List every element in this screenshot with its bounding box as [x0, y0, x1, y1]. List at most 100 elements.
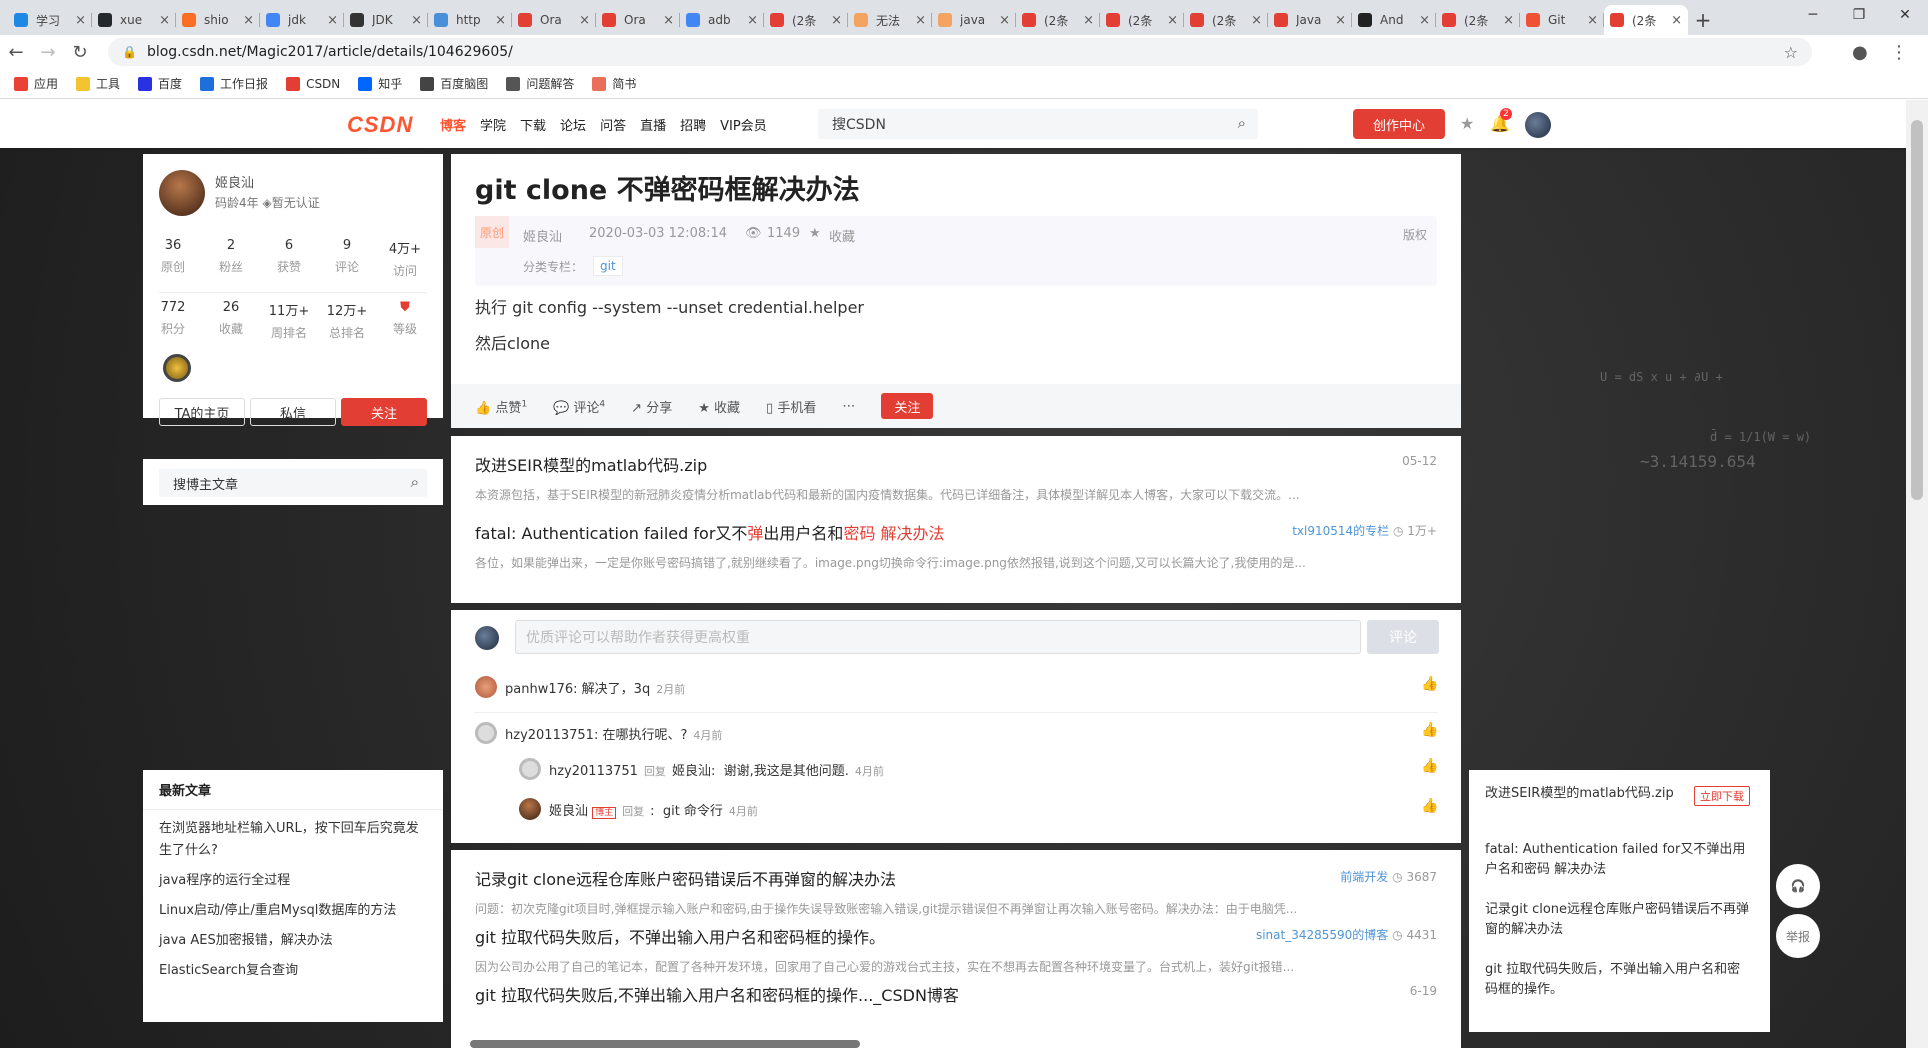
tab-close-icon[interactable]: × — [1503, 13, 1514, 28]
like-icon[interactable]: 👍 — [1421, 722, 1438, 738]
tab-close-icon[interactable]: × — [495, 13, 506, 28]
latest-article-link[interactable]: ElasticSearch复合查询 — [143, 960, 443, 982]
stat-item[interactable]: 9 评论 — [319, 238, 375, 279]
recommend-item[interactable]: 改进SEIR模型的matlab代码.zip 本资源包括，基于SEIR模型的新冠肺… — [475, 452, 1437, 503]
tab-close-icon[interactable]: × — [1335, 13, 1346, 28]
reply-user[interactable]: 姬良汕 — [549, 804, 588, 819]
browser-tab[interactable]: (2条 × — [1016, 5, 1100, 35]
stat-item[interactable]: 12万+ 总排名 — [319, 300, 375, 341]
back-icon[interactable]: ← — [0, 42, 32, 63]
nav-link[interactable]: 问答 — [600, 115, 626, 134]
recommend-item[interactable]: fatal: Authentication failed for又不弹出用户名和… — [475, 520, 1437, 571]
site-search-input[interactable]: 搜CSDN — [832, 114, 886, 134]
user-avatar[interactable] — [1525, 112, 1551, 138]
search-icon[interactable]: ⌕ — [411, 473, 419, 491]
nav-link[interactable]: 招聘 — [680, 115, 706, 134]
recommend-item[interactable]: git 拉取代码失败后,不弹出输入用户名和密码框的操作..._CSDN博客 6-… — [475, 982, 1437, 1006]
like-button[interactable]: 👍 点赞1 — [475, 397, 527, 415]
recommend-title[interactable]: 改进SEIR模型的matlab代码.zip — [475, 452, 1437, 476]
nav-link[interactable]: 博客 — [440, 115, 466, 134]
recommend-item[interactable]: 记录git clone远程仓库账户密码错误后不再弹窗的解决办法 问题：初次克隆g… — [475, 866, 1437, 917]
close-window-icon[interactable]: ✕ — [1882, 0, 1928, 30]
browser-tab[interactable]: adb × — [680, 5, 764, 35]
tab-close-icon[interactable]: × — [915, 13, 926, 28]
tab-close-icon[interactable]: × — [663, 13, 674, 28]
browser-tab[interactable]: 学习 × — [8, 5, 92, 35]
search-icon[interactable]: ⌕ — [1238, 114, 1246, 132]
download-button[interactable]: 立即下载 — [1694, 786, 1750, 806]
bookmark-item[interactable]: 工作日报 — [200, 75, 268, 92]
bookmark-item[interactable]: 百度脑图 — [420, 75, 488, 92]
browser-tab[interactable]: Git × — [1520, 5, 1604, 35]
browser-tab[interactable]: 无法 × — [848, 5, 932, 35]
tab-close-icon[interactable]: × — [411, 13, 422, 28]
blog-search-input[interactable]: 搜博主文章 ⌕ — [159, 469, 427, 497]
tab-close-icon[interactable]: × — [1587, 13, 1598, 28]
browser-tab[interactable]: xue × — [92, 5, 176, 35]
reply-user[interactable]: hzy20113751 — [549, 764, 638, 779]
tab-close-icon[interactable]: × — [579, 13, 590, 28]
reply-to[interactable]: 姬良汕 — [672, 764, 711, 779]
stat-item[interactable]: 772 积分 — [145, 300, 201, 341]
recommend-source[interactable]: sinat_34285590的博客 — [1256, 928, 1388, 942]
collect-link[interactable]: 收藏 — [829, 226, 855, 245]
tab-close-icon[interactable]: × — [243, 13, 254, 28]
browser-tab[interactable]: JDK × — [344, 5, 428, 35]
vertical-scrollbar[interactable] — [1906, 100, 1928, 1048]
latest-article-link[interactable]: Linux启动/停止/重启Mysql数据库的方法 — [143, 900, 443, 922]
star-icon[interactable]: ★ — [809, 226, 821, 241]
browser-tab[interactable]: (2条 × — [1100, 5, 1184, 35]
stat-item[interactable]: 6 获赞 — [261, 238, 317, 279]
share-button[interactable]: ↗ 分享 — [631, 397, 672, 416]
scroll-thumb[interactable] — [1911, 120, 1923, 500]
report-button[interactable]: 举报 — [1776, 914, 1820, 958]
comment-input[interactable]: 优质评论可以帮助作者获得更高权重 — [515, 620, 1361, 654]
author-name[interactable]: 姬良汕 — [215, 172, 254, 191]
stat-item[interactable]: 2 粉丝 — [203, 238, 259, 279]
csdn-logo[interactable]: CSDN — [347, 112, 413, 138]
tab-close-icon[interactable]: × — [999, 13, 1010, 28]
recommend-title[interactable]: git 拉取代码失败后,不弹出输入用户名和密码框的操作..._CSDN博客 — [475, 982, 1437, 1006]
browser-tab[interactable]: And × — [1352, 5, 1436, 35]
comment-user[interactable]: panhw176 — [505, 682, 573, 697]
article-author[interactable]: 姬良汕 — [523, 226, 562, 245]
recommend-source[interactable]: txl910514的专栏 — [1292, 524, 1389, 538]
browser-tab[interactable]: Java × — [1268, 5, 1352, 35]
like-icon[interactable]: 👍 — [1421, 798, 1438, 814]
browser-tab[interactable]: (2条 × — [1604, 5, 1688, 35]
tab-close-icon[interactable]: × — [747, 13, 758, 28]
stat-item[interactable]: 36 原创 — [145, 238, 201, 279]
stat-item[interactable]: 4万+ 访问 — [377, 238, 433, 279]
bookmark-item[interactable]: CSDN — [286, 76, 340, 91]
menu-icon[interactable]: ⋮ — [1890, 42, 1908, 63]
tab-close-icon[interactable]: × — [1419, 13, 1430, 28]
bookmark-item[interactable]: 百度 — [138, 75, 182, 92]
tab-close-icon[interactable]: × — [75, 13, 86, 28]
browser-tab[interactable]: Ora × — [512, 5, 596, 35]
tab-close-icon[interactable]: × — [1083, 13, 1094, 28]
right-item[interactable]: fatal: Authentication failed for又不弹出用户名和… — [1485, 840, 1753, 880]
stat-item[interactable]: 11万+ 周排名 — [261, 300, 317, 341]
reply-avatar[interactable] — [519, 758, 541, 780]
tab-close-icon[interactable]: × — [1671, 13, 1682, 28]
browser-tab[interactable]: (2条 × — [764, 5, 848, 35]
minimize-icon[interactable]: ─ — [1790, 0, 1836, 30]
like-icon[interactable]: 👍 — [1421, 758, 1438, 774]
collect-button[interactable]: ★ 收藏 — [698, 397, 740, 416]
bookmark-item[interactable]: 应用 — [14, 75, 58, 92]
mobile-button[interactable]: ▯ 手机看 — [766, 397, 816, 416]
author-avatar[interactable] — [159, 170, 205, 216]
profile-icon[interactable]: ● — [1852, 42, 1868, 63]
right-item[interactable]: 改进SEIR模型的matlab代码.zip — [1485, 784, 1675, 804]
forward-icon[interactable]: → — [32, 42, 64, 63]
copyright-link[interactable]: 版权 — [1403, 226, 1427, 243]
follow-button[interactable]: 关注 — [881, 393, 934, 419]
browser-tab[interactable]: jdk × — [260, 5, 344, 35]
column-tag[interactable]: git — [593, 256, 623, 276]
submit-comment-button[interactable]: 评论 — [1367, 620, 1439, 654]
browser-tab[interactable]: java × — [932, 5, 1016, 35]
browser-tab[interactable]: http × — [428, 5, 512, 35]
star-icon[interactable]: ★ — [1460, 114, 1474, 133]
message-button[interactable]: 私信 — [250, 398, 336, 426]
latest-article-link[interactable]: 在浏览器地址栏输入URL，按下回车后究竟发生了什么? — [143, 818, 443, 862]
